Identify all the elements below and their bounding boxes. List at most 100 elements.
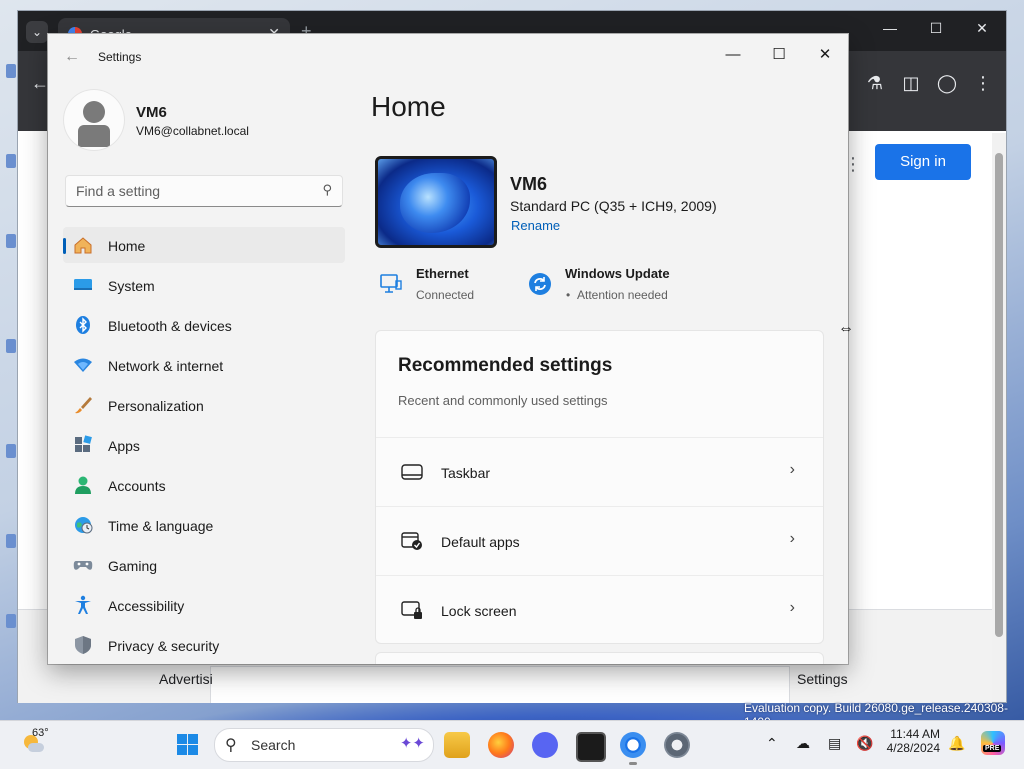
recommended-item-default-apps[interactable]: Default apps › (376, 506, 823, 575)
search-input[interactable] (66, 176, 316, 206)
windows-logo-tile (177, 745, 187, 755)
status-sub: Connected (416, 288, 475, 302)
close-button[interactable]: ✕ (802, 40, 848, 70)
footer-box (210, 666, 790, 703)
globe-clock-icon (75, 517, 93, 534)
status-name: Windows Update (565, 266, 670, 281)
clock-date: 4/28/2024 (886, 741, 940, 755)
start-button[interactable] (171, 727, 207, 763)
maximize-button[interactable]: ☐ (756, 40, 802, 70)
search-icon[interactable]: ⚲ (322, 182, 332, 198)
copilot-icon[interactable]: PRE (981, 731, 1005, 755)
chevron-up-icon[interactable]: ⌃ (766, 735, 778, 752)
nav-item-personalization[interactable]: Personalization (63, 387, 345, 423)
profile-name: VM6 (136, 104, 167, 121)
apps-icon (75, 435, 92, 452)
recommended-label: Default apps (441, 534, 520, 550)
chrome-scrollbar[interactable] (992, 133, 1006, 702)
nav-label: Accounts (108, 478, 166, 494)
recommended-subtitle: Recent and commonly used settings (398, 393, 608, 408)
recommended-label: Taskbar (441, 465, 491, 481)
system-icon (74, 279, 92, 290)
avatar[interactable] (64, 90, 124, 150)
home-icon (74, 237, 92, 254)
rename-link[interactable]: Rename (511, 218, 560, 233)
temperature: 63° (32, 727, 49, 739)
accounts-icon (75, 476, 91, 494)
ethernet-status[interactable]: Ethernet Connected (379, 266, 499, 306)
nav-item-apps[interactable]: Apps (63, 427, 345, 463)
volume-icon[interactable]: 🔇 (856, 735, 873, 752)
windows-update-icon (529, 273, 551, 295)
find-setting-search[interactable]: ⚲ (65, 175, 343, 207)
settings-title-bar: ← Settings — ☐ ✕ (48, 34, 848, 80)
accessibility-icon (75, 595, 91, 614)
nav-label: Gaming (108, 558, 158, 574)
onedrive-icon[interactable]: ☁ (796, 735, 810, 752)
chrome-maximize-icon[interactable]: ☐ (916, 20, 956, 37)
recommended-title: Recommended settings (398, 355, 613, 376)
recommended-item-lock-screen[interactable]: Lock screen › (376, 575, 823, 644)
windows-logo-tile (188, 745, 198, 755)
nav-label: Network & internet (108, 358, 224, 374)
nav-item-bluetooth[interactable]: Bluetooth & devices (63, 307, 345, 343)
labs-flask-icon[interactable]: ⚗ (863, 73, 887, 94)
settings-window: ← Settings — ☐ ✕ VM6 VM6@collabnet.local… (48, 34, 848, 664)
nav-item-system[interactable]: System (63, 267, 345, 303)
firefox-icon[interactable] (488, 732, 514, 758)
avatar-body (78, 125, 110, 147)
network-icon (74, 358, 92, 372)
nav-label: Apps (108, 438, 140, 454)
nav-item-time-language[interactable]: Time & language (63, 507, 345, 543)
nav-item-home[interactable]: Home (63, 227, 345, 263)
back-arrow-icon[interactable]: ← (64, 48, 80, 66)
notification-bell-icon[interactable]: 🔔 (948, 735, 965, 752)
brush-icon (75, 397, 92, 414)
device-wallpaper-thumbnail[interactable] (375, 156, 497, 248)
clock-time: 11:44 AM (890, 727, 940, 741)
windows-logo-tile (177, 734, 187, 744)
file-explorer-icon[interactable] (444, 732, 470, 758)
terminal-icon[interactable] (576, 732, 606, 762)
taskbar: 63° ⚲ Search ✦✦ ⌃ ☁ ▤ 🔇 11:44 AM 4/28/20… (0, 720, 1024, 769)
nav-item-accessibility[interactable]: Accessibility (63, 587, 345, 623)
nav-item-privacy[interactable]: Privacy & security (63, 627, 345, 663)
chrome-menu-icon[interactable]: ⋮ (971, 73, 995, 94)
settings-link[interactable]: Settings (797, 671, 848, 687)
chevron-right-icon: › (789, 599, 795, 616)
profile-email: VM6@collabnet.local (136, 124, 249, 138)
lock-screen-icon (401, 601, 422, 619)
nav-label: Home (108, 238, 146, 254)
status-sub: Attention needed (577, 288, 668, 302)
nav-item-gaming[interactable]: Gaming (63, 547, 345, 583)
minimize-button[interactable]: — (710, 40, 756, 70)
status-name: Ethernet (416, 266, 469, 281)
network-tray-icon[interactable]: ▤ (828, 735, 841, 752)
chrome-minimize-icon[interactable]: — (870, 20, 910, 36)
recommended-label: Lock screen (441, 603, 517, 619)
discord-icon[interactable] (532, 732, 558, 758)
windows-bloom-image (400, 173, 470, 233)
nav-item-network[interactable]: Network & internet (63, 347, 345, 383)
sign-in-button[interactable]: Sign in (875, 144, 971, 180)
default-apps-icon (401, 532, 422, 550)
tab-search-icon[interactable]: ⌄ (26, 21, 48, 43)
nav-label: Privacy & security (108, 638, 220, 654)
taskbar-search-label: Search (251, 737, 296, 753)
copilot-sparkle-icon: ✦✦ (399, 735, 425, 752)
taskbar-search[interactable]: ⚲ Search ✦✦ (214, 728, 434, 762)
gamepad-icon (73, 561, 93, 570)
profile-icon[interactable]: ◯ (935, 73, 959, 94)
settings-gear-icon[interactable] (664, 732, 690, 758)
page-title: Home (371, 91, 446, 122)
scrollbar-thumb[interactable] (995, 153, 1003, 637)
recommended-settings-card: Recommended settings Recent and commonly… (375, 330, 824, 644)
nav-item-accounts[interactable]: Accounts (63, 467, 345, 503)
chrome-icon[interactable] (620, 732, 646, 765)
chrome-close-icon[interactable]: ✕ (962, 20, 1002, 37)
advertising-link[interactable]: Advertisi (159, 671, 213, 687)
side-panel-icon[interactable]: ◫ (899, 73, 923, 94)
clock[interactable]: 11:44 AM 4/28/2024 (884, 727, 940, 755)
recommended-item-taskbar[interactable]: Taskbar › (376, 437, 823, 506)
windows-update-status[interactable]: Windows Update • Attention needed (528, 266, 698, 306)
